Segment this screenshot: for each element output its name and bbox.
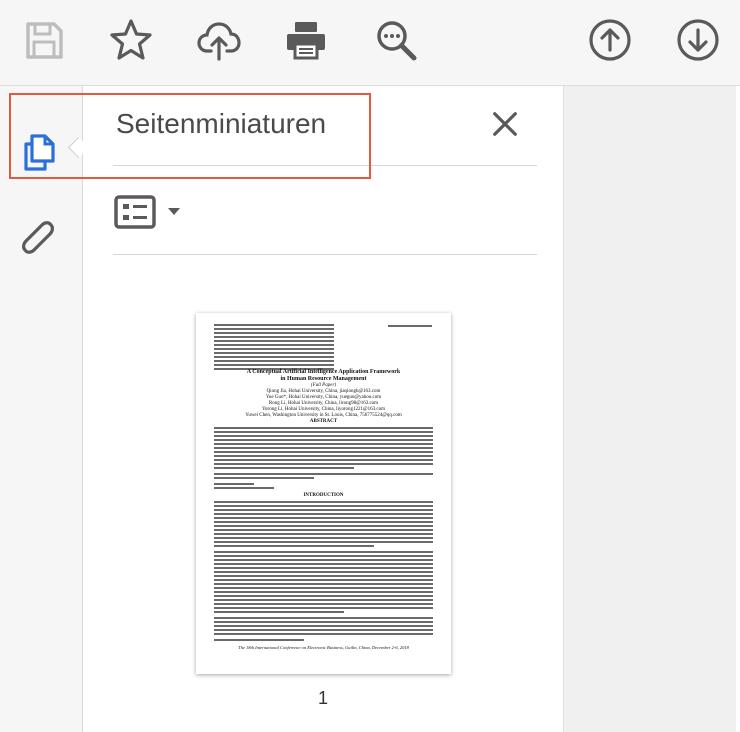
body-text-line [214,575,433,577]
body-text-line [214,501,433,503]
document-view [563,86,740,732]
body-text-line [214,559,433,561]
paper-subtitle: in Human Resource Management [280,376,367,382]
header-text-line [214,348,334,350]
body-text-line [214,599,433,601]
page-thumbnail[interactable]: A Conceptual Artificial Intelligence App… [196,313,451,674]
body-text-line [214,639,304,641]
arrow-up-circle-icon [589,19,631,61]
body-text-line [214,439,433,441]
chevron-down-icon [168,208,180,215]
header-text-line [214,360,334,362]
zoom-out-icon [377,21,417,61]
header-text-line [214,340,334,342]
body-text-line [214,563,433,565]
header-text-line [214,332,334,334]
header-text-line [214,328,334,330]
body-text-line [214,455,433,457]
attachments-button[interactable] [14,216,66,268]
header-text-line [214,336,334,338]
bookmark-star-button[interactable] [105,14,157,66]
body-text-line [214,617,433,619]
body-text-line [214,463,433,465]
panel-options-divider [113,254,537,255]
body-text-line [214,451,433,453]
next-page-button[interactable] [672,14,724,66]
body-text-line [214,545,374,547]
body-text-line [214,431,433,433]
body-text-line [214,513,433,515]
zoom-out-button[interactable] [370,14,422,66]
body-text-line [214,505,433,507]
printer-icon [287,22,325,60]
panel-title: Seitenminiaturen [116,108,327,139]
body-text-line [214,579,433,581]
body-text-line [214,607,433,609]
attachments-icon [22,221,54,254]
previous-page-button[interactable] [584,14,636,66]
body-text-line [214,521,433,523]
toolbar [0,0,740,86]
body-text-line [214,427,433,429]
body-text-line [214,467,354,469]
body-text-line [214,587,433,589]
paper-title: A Conceptual Artificial Intelligence App… [246,369,401,375]
page-thumbnails-icon [24,134,55,171]
body-text-line [214,595,433,597]
body-text-line [214,603,433,605]
cloud-upload-icon [197,22,241,61]
save-button[interactable] [18,14,70,66]
header-text-line [214,344,334,346]
body-text-line [214,591,433,593]
print-button[interactable] [280,14,332,66]
navigation-rail [0,86,83,732]
page-thumbnails-button[interactable] [14,126,66,178]
thumbnail-options-icon [114,195,156,229]
page-number-label: 1 [317,688,328,708]
header-text-line [214,356,334,358]
close-panel-button[interactable] [487,106,523,142]
body-text-line [214,525,433,527]
body-text-line [214,583,433,585]
body-text-line [214,537,433,539]
body-text-line [214,483,254,485]
body-text-line [214,447,433,449]
document-view-background [564,86,736,732]
body-text-line [214,633,433,635]
introduction-heading: INTRODUCTION [303,493,344,498]
body-text-line [214,443,433,445]
body-text-line [214,487,274,489]
body-text-line [214,477,314,479]
body-text-line [214,529,433,531]
body-text-line [214,621,433,623]
close-icon [493,112,517,136]
body-text-line [214,551,433,553]
body-text-line [214,435,433,437]
body-text-line [214,541,433,543]
save-icon [26,22,63,59]
body-text-line [214,533,433,535]
star-icon [110,19,152,60]
body-text-line [214,459,433,461]
body-text-line [214,509,433,511]
body-text-line [214,473,433,475]
header-text-line [214,364,334,366]
header-text-line [214,324,334,326]
body-text-line [214,571,433,573]
body-text-line [214,567,433,569]
arrow-down-circle-icon [677,19,719,61]
upload-button[interactable] [193,14,245,66]
thumbnail-options-button[interactable] [113,190,191,234]
header-right-line [388,325,432,327]
abstract-heading: ABSTRACT [309,419,338,424]
body-text-line [214,629,433,631]
panel-header-divider [113,165,537,166]
body-text-line [214,555,433,557]
body-text-line [214,611,344,613]
footer-text: The 18th International Conference on Ele… [238,645,409,650]
body-text-line [214,517,433,519]
header-text-line [214,352,334,354]
body-text-line [214,625,433,627]
